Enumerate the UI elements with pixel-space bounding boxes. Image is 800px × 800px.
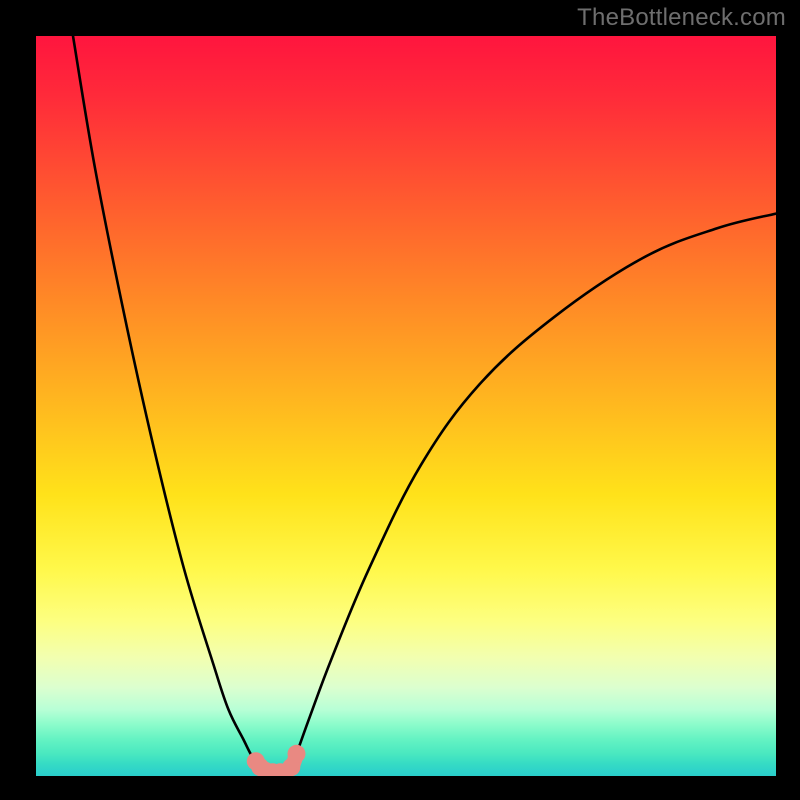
valley-marker-dot bbox=[287, 745, 305, 763]
watermark-text: TheBottleneck.com bbox=[577, 4, 786, 32]
curve-path bbox=[73, 36, 776, 772]
plot-area bbox=[36, 36, 776, 776]
valley-markers bbox=[247, 745, 306, 776]
bottleneck-curve bbox=[36, 36, 776, 776]
outer-frame: TheBottleneck.com bbox=[0, 0, 800, 800]
